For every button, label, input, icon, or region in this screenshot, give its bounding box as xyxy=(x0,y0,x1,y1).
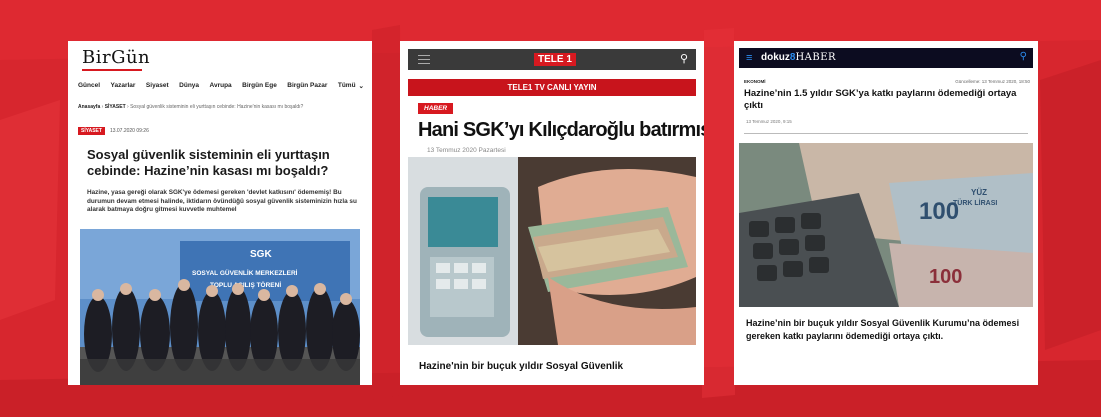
top-bar: ≡ dokuz8HABER ⚲ xyxy=(739,48,1033,68)
nav-item-guncel[interactable]: Güncel xyxy=(78,82,100,90)
category-badge[interactable]: SİYASET xyxy=(78,127,105,135)
article-caption: Hazine’nin bir buçuk yıldır Sosyal Güven… xyxy=(746,318,1020,341)
breadcrumb-home[interactable]: Anasayfa xyxy=(78,104,100,110)
tele1-article-panel: TELE 1 ⚲ TELE1 TV CANLI YAYIN HABER Hani… xyxy=(400,41,704,385)
nav-item-yazarlar[interactable]: Yazarlar xyxy=(111,82,136,90)
article-date: 13 Temmuz 2020 Pazartesi xyxy=(427,147,506,154)
banner-line1: SOSYAL GÜVENLİK MERKEZLERİ xyxy=(192,268,298,277)
article-title: Hani SGK’yı Kılıçdaroğlu batırmıştı? xyxy=(418,119,704,141)
category-label[interactable]: EKONOMİ xyxy=(744,79,766,84)
article-meta: SİYASET 13.07.2020 09:26 xyxy=(78,127,149,135)
live-broadcast-banner[interactable]: TELE1 TV CANLI YAYIN xyxy=(408,79,696,96)
section-badge[interactable]: HABER xyxy=(418,103,454,114)
tele1-logo[interactable]: TELE 1 xyxy=(534,53,576,66)
breadcrumb-current: Sosyal güvenlik sisteminin eli yurttaşın… xyxy=(130,104,304,110)
updated-timestamp: Güncelleme: 13 Temmuz 2020, 18:50 xyxy=(955,79,1030,84)
article-photo: 100 YÜZ TÜRK LİRASI 100 xyxy=(739,143,1033,307)
banknote-word: YÜZ xyxy=(971,188,987,197)
logo-underline xyxy=(82,69,142,71)
breadcrumb: Anasayfa › SİYASET › Sosyal güvenlik sis… xyxy=(78,104,304,110)
article-title: Sosyal güvenlik sisteminin eli yurttaşın… xyxy=(87,147,330,178)
top-bar: TELE 1 ⚲ xyxy=(408,49,696,70)
banner-brand: SGK xyxy=(250,249,272,260)
article-date: 13.07.2020 09:26 xyxy=(109,128,149,134)
article-title: Hazine’nin 1.5 yıldır SGK’ya katkı payla… xyxy=(744,88,1017,111)
article-photo: SGK SOSYAL GÜVENLİK MERKEZLERİ TOPLU AÇI… xyxy=(80,229,360,385)
nav-item-birgun-ege[interactable]: Birgün Ege xyxy=(242,82,277,90)
hamburger-menu-icon[interactable] xyxy=(418,55,430,64)
nav-item-tumu[interactable]: Tümü ⌄ xyxy=(338,82,364,90)
birgun-article-panel: BirGün Güncel Yazarlar Siyaset Dünya Avr… xyxy=(68,41,372,385)
article-caption: Hazine'nin bir buçuk yıldır Sosyal Güven… xyxy=(419,361,624,372)
nav-item-birgun-pazar[interactable]: Birgün Pazar xyxy=(287,82,327,90)
banknote-currency: TÜRK LİRASI xyxy=(953,198,997,207)
divider xyxy=(744,133,1028,134)
main-nav: Güncel Yazarlar Siyaset Dünya Avrupa Bir… xyxy=(78,82,364,90)
chevron-down-icon: ⌄ xyxy=(358,83,364,90)
nav-item-dunya[interactable]: Dünya xyxy=(179,82,199,90)
search-icon[interactable]: ⚲ xyxy=(680,52,688,65)
birgun-logo[interactable]: BirGün xyxy=(82,47,150,68)
nav-item-siyaset[interactable]: Siyaset xyxy=(146,82,169,90)
hamburger-menu-icon[interactable]: ≡ xyxy=(746,52,752,64)
breadcrumb-section[interactable]: SİYASET xyxy=(105,104,126,110)
dokuz8-article-panel: ≡ dokuz8HABER ⚲ EKONOMİ Güncelleme: 13 T… xyxy=(734,41,1038,385)
dokuz8-logo[interactable]: dokuz8HABER xyxy=(761,52,836,63)
article-photo xyxy=(408,157,696,345)
banner-line2: TOPLU AÇILIŞ TÖRENİ xyxy=(210,280,281,289)
article-lead: Hazine, yasa gereği olarak SGK'ye ödemes… xyxy=(87,189,357,214)
nav-item-avrupa[interactable]: Avrupa xyxy=(210,82,232,90)
search-icon[interactable]: ⚲ xyxy=(1020,51,1027,62)
banknote-value-2: 100 xyxy=(929,266,962,288)
article-date: 13 Temmuz 2020, 9:15 xyxy=(746,119,792,124)
